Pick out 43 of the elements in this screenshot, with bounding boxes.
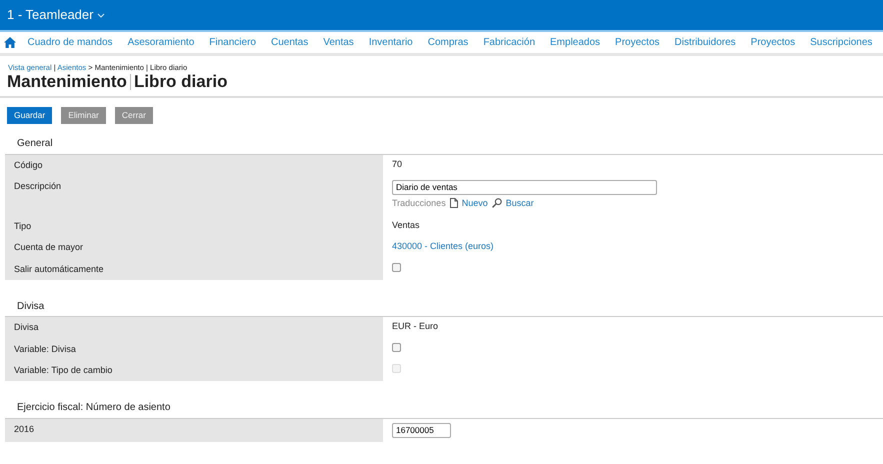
nav-link[interactable]: Cuentas	[263, 35, 316, 50]
nav-link[interactable]: Suscripciones	[802, 35, 880, 50]
nav-link[interactable]: Proyectos	[743, 35, 803, 50]
document-icon[interactable]	[450, 198, 458, 208]
field-label: Variable: Tipo de cambio	[5, 360, 383, 382]
nav-link[interactable]: Proyectos	[608, 35, 668, 50]
field-label: Tipo	[5, 216, 383, 238]
translations-label: Traducciones	[392, 198, 446, 210]
nav-link[interactable]: Asesoramiento	[120, 35, 202, 50]
checkbox[interactable]	[392, 262, 401, 272]
nav-link[interactable]: Inventario	[361, 35, 420, 50]
nav-link[interactable]: Empleados	[542, 35, 608, 50]
search-icon[interactable]	[492, 198, 502, 208]
nav-link[interactable]: Financiero	[202, 35, 264, 50]
account-link[interactable]: 430000 - Clientes (euros)	[392, 241, 494, 252]
field-label: Cuenta de mayor	[5, 237, 383, 259]
toolbar-button[interactable]: Guardar	[7, 107, 52, 124]
field-value: 70	[392, 158, 402, 169]
page-subtitle: Libro diario	[134, 73, 228, 92]
nav-link[interactable]: Compras	[420, 35, 476, 50]
home-icon[interactable]	[4, 37, 16, 48]
field-label: 2016	[5, 418, 383, 442]
company-selector[interactable]: 1 - Teamleader	[7, 5, 94, 25]
nav-link[interactable]: Ventas	[316, 35, 362, 50]
field-label: Variable: Divisa	[5, 338, 383, 360]
toolbar-button[interactable]: Eliminar	[61, 107, 106, 124]
nav-link[interactable]: Cuadro de mandos	[20, 35, 120, 50]
page-title: Mantenimiento	[7, 73, 127, 92]
toolbar-button[interactable]: Cerrar	[114, 107, 153, 124]
checkbox[interactable]	[392, 342, 401, 352]
new-link[interactable]: Nuevo	[462, 198, 488, 210]
input-field[interactable]: 16700005	[392, 422, 451, 438]
field-label: Divisa	[5, 317, 383, 339]
search-link[interactable]: Buscar	[506, 198, 534, 210]
nav-link[interactable]: Distribuidores	[667, 35, 744, 50]
nav-link[interactable]: Fabricación	[476, 35, 543, 50]
field-label: Salir automáticamente	[5, 258, 383, 280]
chevron-down-icon[interactable]	[97, 12, 106, 18]
input-field[interactable]: Diario de ventas	[392, 180, 657, 195]
field-value: Ventas	[392, 220, 420, 230]
field-value: EUR - Euro	[392, 321, 438, 332]
field-label: Descripción	[5, 176, 383, 216]
field-label: Código	[5, 154, 383, 176]
